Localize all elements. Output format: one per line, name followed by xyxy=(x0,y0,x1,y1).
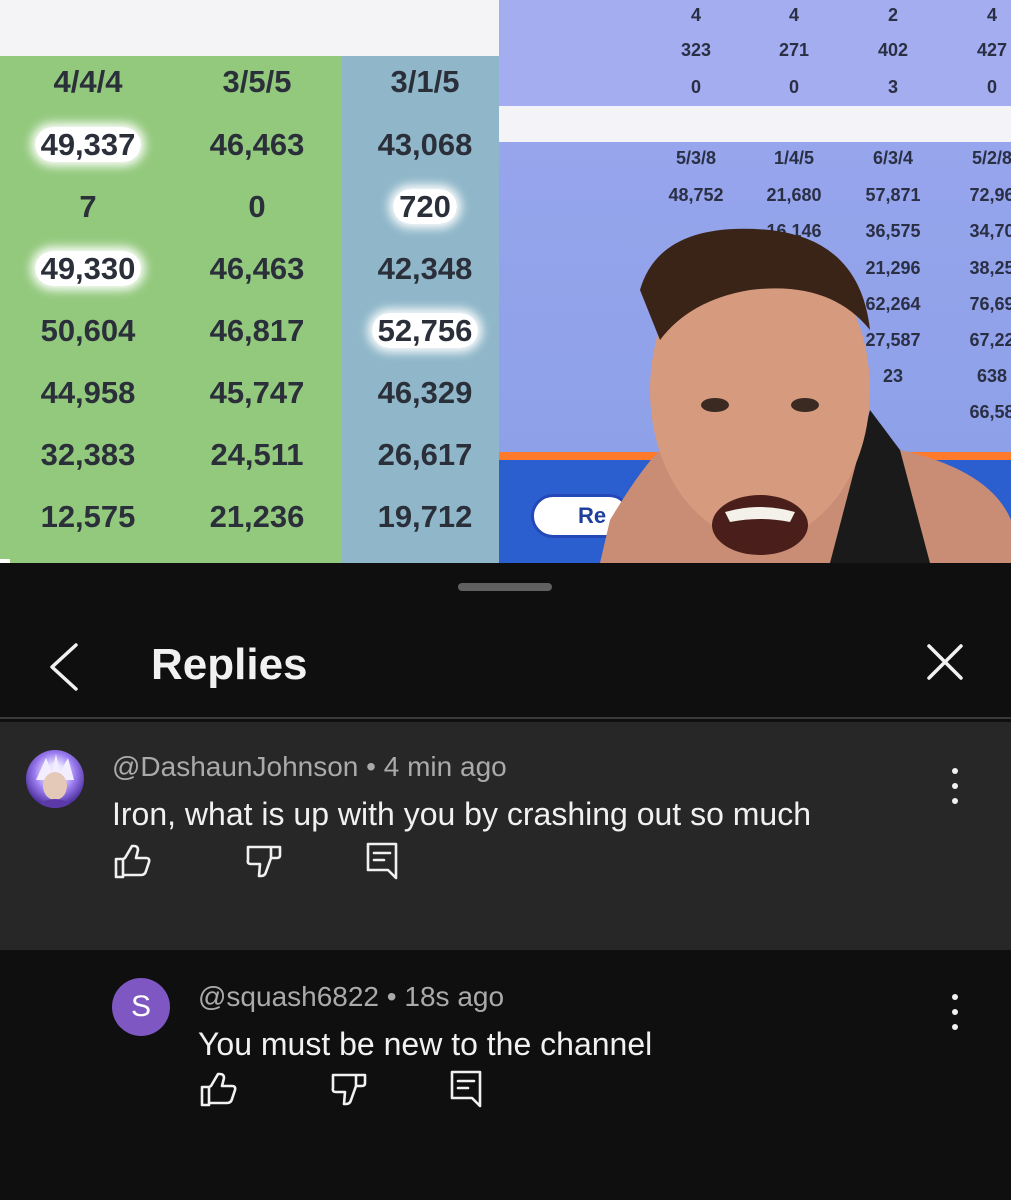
left-cell: 32,383 xyxy=(40,437,136,472)
right-cell: 402 xyxy=(877,40,909,60)
sheet-header: Replies xyxy=(0,605,1011,719)
right-header: 1/4/5 xyxy=(773,148,815,168)
right-cell: 0 xyxy=(690,77,701,97)
comment-meta: @squash6822 • 18s ago xyxy=(198,980,504,1014)
left-cell: 42,348 xyxy=(377,251,473,286)
reply-comment: S @squash6822 • 18s ago You must be new … xyxy=(0,950,1011,1200)
left-cell: 46,329 xyxy=(377,375,473,410)
left-cell: 46,463 xyxy=(209,127,305,162)
left-cell: 49,337 xyxy=(3,125,173,165)
left-cell: 45,747 xyxy=(209,375,305,410)
right-header: 5/2/8 xyxy=(971,148,1011,168)
thumb-up-icon[interactable] xyxy=(198,1070,238,1110)
left-cell: 21,236 xyxy=(209,499,305,534)
right-cell: 4 xyxy=(788,5,799,25)
right-cell: 0 xyxy=(788,77,799,97)
streamer-webcam xyxy=(600,228,1011,563)
left-cell: 0 xyxy=(248,189,266,224)
left-cell: 7 xyxy=(79,189,97,224)
spreadsheet-left: 4/4/4 3/5/5 3/1/5 49,337 46,463 43,068 7… xyxy=(0,0,499,563)
right-cell: 427 xyxy=(976,40,1008,60)
reply-icon[interactable] xyxy=(446,1068,486,1108)
thumb-down-icon[interactable] xyxy=(329,1070,369,1110)
right-divider xyxy=(499,106,1011,142)
back-arrow-icon[interactable] xyxy=(40,637,90,697)
left-header: 3/5/5 xyxy=(222,64,292,99)
left-cell: 19,712 xyxy=(377,499,473,534)
right-cell: 48,752 xyxy=(668,185,724,205)
right-cell: 4 xyxy=(986,5,997,25)
right-cell: 0 xyxy=(986,77,997,97)
video-player[interactable]: 4/4/4 3/5/5 3/1/5 49,337 46,463 43,068 7… xyxy=(0,0,1011,563)
meta-separator: • xyxy=(366,751,384,782)
left-cell: 46,817 xyxy=(209,313,305,348)
more-vert-icon[interactable] xyxy=(940,992,970,1032)
video-progress-bar[interactable] xyxy=(0,559,10,563)
parent-comment: @DashaunJohnson • 4 min ago Iron, what i… xyxy=(0,722,1011,950)
left-cell: 24,511 xyxy=(210,437,304,472)
left-cell: 46,463 xyxy=(209,251,305,286)
right-cell: 2 xyxy=(887,5,898,25)
close-icon[interactable] xyxy=(920,637,970,687)
avatar[interactable] xyxy=(26,750,84,808)
right-cell: 4 xyxy=(690,5,701,25)
left-cell: 52,756 xyxy=(340,311,510,351)
right-cell: 3 xyxy=(887,77,898,97)
right-cell: 271 xyxy=(778,40,810,60)
left-cell: 50,604 xyxy=(40,313,136,348)
left-cell: 49,330 xyxy=(3,249,173,289)
comment-text: You must be new to the channel xyxy=(198,1026,653,1062)
left-header: 4/4/4 xyxy=(53,64,123,99)
left-cell: 43,068 xyxy=(377,127,473,162)
left-cell: 44,958 xyxy=(40,375,136,410)
right-header: 5/3/8 xyxy=(675,148,717,168)
right-cell: 323 xyxy=(680,40,712,60)
avatar-anime-icon xyxy=(34,754,76,808)
page-title: Replies xyxy=(151,640,308,689)
meta-separator: • xyxy=(386,981,405,1012)
comment-author[interactable]: @squash6822 xyxy=(198,981,379,1012)
reply-icon[interactable] xyxy=(362,840,402,880)
thumb-up-icon[interactable] xyxy=(112,842,152,882)
comment-time: 18s ago xyxy=(404,981,505,1012)
comment-text: Iron, what is up with you by crashing ou… xyxy=(112,796,812,832)
comment-time: 4 min ago xyxy=(383,751,507,782)
comment-meta: @DashaunJohnson • 4 min ago xyxy=(112,750,507,784)
right-cell: 72,96 xyxy=(969,185,1011,205)
avatar[interactable]: S xyxy=(112,978,170,1036)
drag-handle[interactable] xyxy=(458,583,552,591)
left-cell: 12,575 xyxy=(40,499,136,534)
right-header: 6/3/4 xyxy=(872,148,914,168)
more-vert-icon[interactable] xyxy=(940,766,970,806)
thumb-down-icon[interactable] xyxy=(244,842,284,882)
left-cell: 26,617 xyxy=(377,437,473,472)
left-header: 3/1/5 xyxy=(390,64,460,99)
comment-author[interactable]: @DashaunJohnson xyxy=(112,751,358,782)
replies-sheet: Replies @DashaunJohnson • 4 min ago Iron… xyxy=(0,565,1011,1200)
left-cell: 720 xyxy=(340,187,510,227)
right-cell: 21,680 xyxy=(766,185,822,205)
right-cell: 57,871 xyxy=(865,185,921,205)
spreadsheet-header-strip xyxy=(0,0,499,56)
